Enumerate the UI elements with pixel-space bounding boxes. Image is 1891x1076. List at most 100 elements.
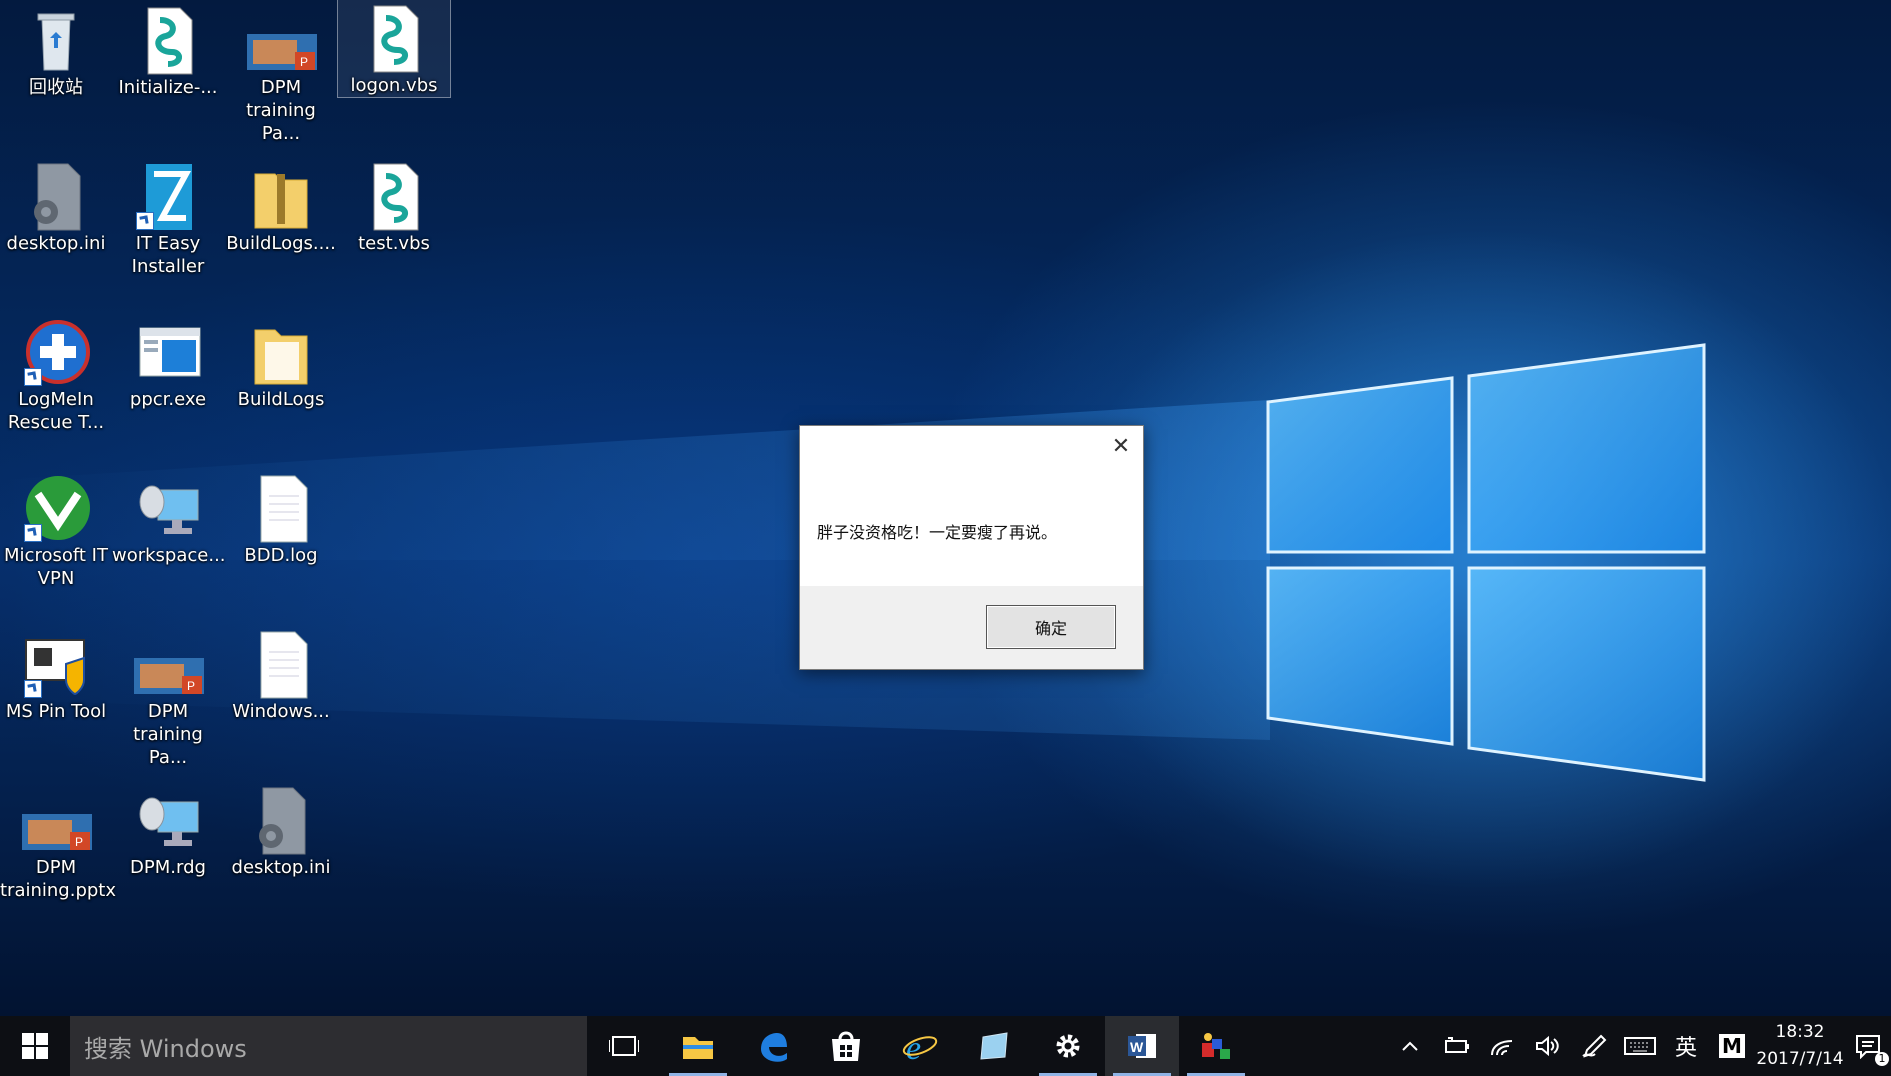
- taskbar-word[interactable]: W: [1105, 1016, 1179, 1076]
- desktop-icon-test-vbs[interactable]: test.vbs: [338, 158, 450, 255]
- logmein-rescue-icon: [20, 316, 92, 388]
- svg-text:P: P: [187, 679, 195, 693]
- desktop-icon-ms-pin-tool[interactable]: MS Pin Tool: [0, 626, 112, 723]
- desktop-icon-dpm-training-pa[interactable]: P DPM training Pa...: [225, 2, 337, 145]
- desktop[interactable]: 回收站 Initialize-... P DPM training Pa... …: [0, 0, 1891, 1016]
- vpn-icon: [20, 472, 92, 544]
- vbs-script-icon: [358, 2, 430, 74]
- remote-desktop-icon: [132, 472, 204, 544]
- taskbar-notepad-app[interactable]: [957, 1016, 1031, 1076]
- power-tray-button[interactable]: [1433, 1016, 1479, 1076]
- task-view-icon: [609, 1036, 639, 1056]
- desktop-icon-label: Microsoft IT VPN: [4, 545, 108, 589]
- keyboard-icon: [1624, 1037, 1656, 1055]
- ini-file-icon: [245, 784, 317, 856]
- svg-text:W: W: [1130, 1039, 1144, 1055]
- vbs-script-icon: [132, 4, 204, 76]
- ime-language-button[interactable]: 英: [1663, 1016, 1709, 1076]
- shortcut-arrow-icon: [136, 212, 154, 230]
- pen-icon: [1582, 1034, 1607, 1058]
- shortcut-arrow-icon: [24, 368, 42, 386]
- message-dialog: ✕ 胖子没资格吃！一定要瘦了再说。 确定: [799, 425, 1144, 670]
- touch-keyboard-button[interactable]: [1617, 1016, 1663, 1076]
- desktop-icon-dpm-rdg[interactable]: DPM.rdg: [112, 782, 224, 879]
- desktop-icon-label: DPM training Pa...: [246, 77, 316, 144]
- ime-language-label: 英: [1674, 1036, 1697, 1061]
- desktop-icon-ppcr-exe[interactable]: ppcr.exe: [112, 314, 224, 411]
- system-tray: 英 M 18:32 2017/7/14 1: [1387, 1016, 1891, 1076]
- start-button[interactable]: [0, 1016, 70, 1076]
- svg-text:e: e: [906, 1030, 921, 1063]
- text-file-icon: [245, 628, 317, 700]
- close-icon[interactable]: ✕: [1107, 434, 1135, 460]
- desktop-icon-bdd-log[interactable]: BDD.log: [225, 470, 337, 567]
- internet-explorer-icon: e: [902, 1030, 938, 1063]
- ini-file-icon: [20, 160, 92, 232]
- folder-icon: [245, 316, 317, 388]
- clock-time: 18:32: [1775, 1022, 1825, 1042]
- taskbar: 搜索 Windows e W 英 M 18:32 2017/7/14 1: [0, 1016, 1891, 1076]
- desktop-icon-label: ppcr.exe: [129, 389, 207, 410]
- text-file-icon: [245, 472, 317, 544]
- store-icon: [832, 1031, 860, 1061]
- remote-desktop-icon: [132, 784, 204, 856]
- speaker-icon: [1536, 1035, 1559, 1057]
- desktop-icon-label: BuildLogs: [237, 389, 325, 410]
- volume-tray-button[interactable]: [1525, 1016, 1571, 1076]
- svg-text:P: P: [75, 835, 83, 849]
- search-placeholder: 搜索 Windows: [84, 1034, 247, 1063]
- desktop-icon-buildlogs-zip[interactable]: BuildLogs....: [225, 158, 337, 255]
- desktop-icon-dpm-training-pa-2[interactable]: P DPM training Pa...: [112, 626, 224, 769]
- desktop-icon-label: LogMeIn Rescue T...: [7, 389, 105, 433]
- taskbar-store[interactable]: [809, 1016, 883, 1076]
- windows-logo-icon: [22, 1033, 48, 1059]
- desktop-icon-buildlogs-folder[interactable]: BuildLogs: [225, 314, 337, 411]
- desktop-icon-dpm-training-pptx[interactable]: P DPM training.pptx: [0, 782, 116, 902]
- desktop-icon-windows-file[interactable]: Windows...: [225, 626, 337, 723]
- exe-file-icon: [132, 316, 204, 388]
- task-view-button[interactable]: [587, 1016, 661, 1076]
- pptx-file-icon: P: [245, 4, 317, 76]
- ms-pin-tool-icon: [20, 628, 92, 700]
- show-hidden-icons-button[interactable]: [1387, 1016, 1433, 1076]
- word-icon: W: [1128, 1034, 1156, 1058]
- desktop-icon-label: Initialize-...: [118, 77, 218, 98]
- shortcut-arrow-icon: [24, 680, 42, 698]
- taskbar-file-explorer[interactable]: [661, 1016, 735, 1076]
- zip-folder-icon: [245, 160, 317, 232]
- desktop-icon-microsoft-it-vpn[interactable]: Microsoft IT VPN: [0, 470, 112, 590]
- pptx-file-icon: P: [20, 784, 92, 856]
- vbs-script-icon: [358, 160, 430, 232]
- desktop-icon-logon-vbs[interactable]: logon.vbs: [337, 0, 451, 98]
- desktop-icon-workspace[interactable]: workspace...: [112, 470, 226, 567]
- pen-workspace-button[interactable]: [1571, 1016, 1617, 1076]
- recycle-bin-icon: [20, 4, 92, 76]
- battery-plugged-icon: [1445, 1037, 1469, 1053]
- desktop-icon-desktop-ini-2[interactable]: desktop.ini: [225, 782, 337, 879]
- desktop-icon-label: desktop.ini: [231, 857, 331, 878]
- taskbar-edge[interactable]: [735, 1016, 809, 1076]
- desktop-icon-logmein-rescue[interactable]: LogMeIn Rescue T...: [0, 314, 112, 434]
- gear-icon: [1056, 1034, 1080, 1058]
- desktop-icon-label: IT Easy Installer: [131, 233, 205, 277]
- taskbar-settings[interactable]: [1031, 1016, 1105, 1076]
- desktop-icon-label: Windows...: [232, 701, 330, 722]
- network-tray-button[interactable]: [1479, 1016, 1525, 1076]
- desktop-icon-it-easy-installer[interactable]: IT Easy Installer: [112, 158, 224, 278]
- clock[interactable]: 18:32 2017/7/14: [1755, 1019, 1845, 1073]
- taskbar-internet-explorer[interactable]: e: [883, 1016, 957, 1076]
- notepad-app-icon: [980, 1032, 1008, 1060]
- action-center-button[interactable]: 1: [1845, 1016, 1891, 1076]
- desktop-icon-desktop-ini[interactable]: desktop.ini: [0, 158, 112, 255]
- desktop-icon-label: test.vbs: [358, 233, 430, 254]
- svg-text:P: P: [300, 55, 308, 69]
- desktop-icon-recycle-bin[interactable]: 回收站: [0, 2, 112, 99]
- desktop-icon-initialize-script[interactable]: Initialize-...: [112, 2, 224, 99]
- taskbar-paint-app[interactable]: [1179, 1016, 1253, 1076]
- desktop-icon-label: BuildLogs....: [226, 233, 336, 254]
- desktop-icon-label: workspace...: [112, 545, 226, 566]
- ok-button[interactable]: 确定: [986, 605, 1116, 649]
- ime-mode-button[interactable]: M: [1709, 1016, 1755, 1076]
- search-box[interactable]: 搜索 Windows: [70, 1016, 587, 1076]
- desktop-icon-label: logon.vbs: [350, 75, 438, 96]
